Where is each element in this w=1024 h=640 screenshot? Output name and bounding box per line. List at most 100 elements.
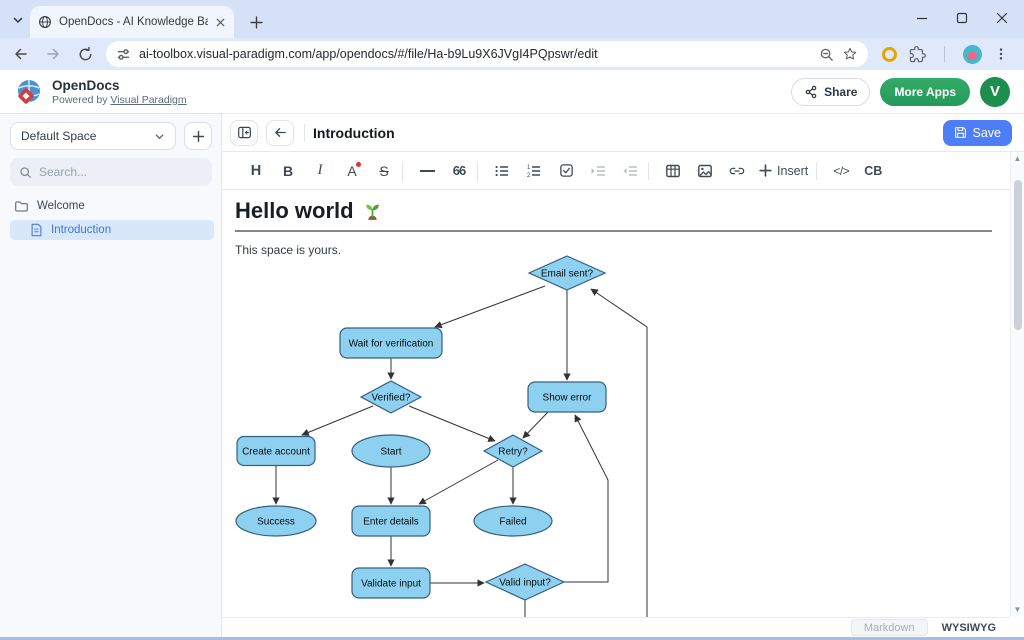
task-list-button[interactable] xyxy=(553,158,579,184)
flowchart-node-label: Show error xyxy=(543,393,593,404)
toolbar-divider xyxy=(648,162,649,180)
search-input[interactable] xyxy=(39,165,179,179)
inline-code-button[interactable]: </> xyxy=(828,158,854,184)
insert-button[interactable]: Insert xyxy=(759,164,808,178)
indent-icon xyxy=(590,163,606,179)
toolbar-divider xyxy=(477,162,478,180)
toolbar-divider xyxy=(816,162,817,180)
tab-search-button[interactable] xyxy=(6,9,30,31)
flowchart-node-label: Retry? xyxy=(498,447,528,458)
site-settings-icon[interactable] xyxy=(116,47,131,62)
italic-button[interactable]: I xyxy=(307,158,333,184)
space-selector-dropdown[interactable]: Default Space xyxy=(10,122,176,150)
window-minimize-button[interactable] xyxy=(916,12,928,24)
page-title: Introduction xyxy=(313,125,395,141)
flowchart-edge-offscreen-to-email_sent xyxy=(591,289,647,617)
font-color-button[interactable]: A xyxy=(339,158,365,184)
browser-tab[interactable]: OpenDocs - AI Knowledge Base xyxy=(30,6,234,38)
flowchart-node-label: Failed xyxy=(499,517,526,528)
scrollbar-up-icon[interactable]: ▲ xyxy=(1014,152,1022,166)
document-editor[interactable]: Hello world This space is yours. Email s… xyxy=(222,190,1010,617)
flowchart-node-label: Email sent? xyxy=(541,269,594,280)
plus-icon xyxy=(759,164,772,177)
address-bar[interactable]: ai-toolbox.visual-paradigm.com/app/opend… xyxy=(106,41,868,67)
table-button[interactable] xyxy=(660,158,686,184)
blockquote-button[interactable]: 66 xyxy=(446,158,472,184)
doc-back-button[interactable] xyxy=(266,120,294,146)
app-header: OpenDocs Powered by Visual Paradigm Shar… xyxy=(0,70,1024,114)
folder-icon xyxy=(14,199,29,214)
toolbar-divider xyxy=(402,162,403,180)
save-label: Save xyxy=(973,126,1002,140)
app-name: OpenDocs xyxy=(52,78,187,93)
app-title-block: OpenDocs Powered by Visual Paradigm xyxy=(52,78,187,106)
toolbar-divider xyxy=(944,46,945,62)
flowchart-node-label: Valid input? xyxy=(499,578,551,589)
bold-button[interactable]: B xyxy=(275,158,301,184)
new-tab-button[interactable] xyxy=(244,10,268,34)
outdent-button[interactable] xyxy=(617,158,643,184)
chevron-down-icon xyxy=(12,14,24,26)
url-text[interactable]: ai-toolbox.visual-paradigm.com/app/opend… xyxy=(139,47,811,61)
profile-avatar[interactable] xyxy=(963,45,982,64)
reload-button[interactable] xyxy=(72,41,98,67)
window-close-button[interactable] xyxy=(996,12,1008,24)
tab-close-icon[interactable] xyxy=(215,17,226,28)
add-space-button[interactable] xyxy=(184,122,212,150)
markdown-mode-button[interactable]: Markdown xyxy=(851,619,928,636)
numbered-list-button[interactable]: 1 2 xyxy=(521,158,547,184)
back-arrow-icon xyxy=(273,125,288,140)
user-avatar[interactable]: V xyxy=(980,77,1010,107)
chevron-down-icon xyxy=(154,131,165,142)
collapse-sidebar-button[interactable] xyxy=(230,120,258,146)
horizontal-rule-button[interactable] xyxy=(414,158,440,184)
browser-tab-strip: OpenDocs - AI Knowledge Base xyxy=(0,0,1024,38)
sidebar-item-label: Welcome xyxy=(37,200,85,212)
flowchart-node-label: Wait for verification xyxy=(349,339,434,350)
extensions-puzzle-icon[interactable] xyxy=(909,46,926,63)
plus-icon xyxy=(192,130,205,143)
document-heading[interactable]: Hello world xyxy=(235,198,383,224)
bullet-list-button[interactable] xyxy=(489,158,515,184)
search-icon xyxy=(19,166,32,179)
svg-text:1: 1 xyxy=(527,165,531,171)
forward-arrow-icon xyxy=(45,46,61,62)
document-heading-text: Hello world xyxy=(235,198,354,224)
sidebar-item-welcome[interactable]: Welcome xyxy=(14,196,210,216)
back-button[interactable] xyxy=(8,41,34,67)
panel-collapse-icon xyxy=(237,125,252,140)
document-header: Introduction Save xyxy=(222,114,1024,152)
heading-button[interactable]: H xyxy=(243,158,269,184)
more-apps-button[interactable]: More Apps xyxy=(880,78,970,106)
flowchart-node-label: Enter details xyxy=(363,517,419,528)
zoom-out-icon[interactable] xyxy=(819,47,834,62)
sidebar-item-introduction[interactable]: Introduction xyxy=(10,220,214,240)
visual-paradigm-link[interactable]: Visual Paradigm xyxy=(110,94,186,106)
scrollbar-thumb[interactable] xyxy=(1014,180,1022,330)
indent-button[interactable] xyxy=(585,158,611,184)
link-button[interactable] xyxy=(724,158,750,184)
share-button[interactable]: Share xyxy=(791,78,870,106)
bookmark-star-icon[interactable] xyxy=(842,46,858,62)
strikethrough-button[interactable]: S xyxy=(371,158,397,184)
image-button[interactable] xyxy=(692,158,718,184)
forward-button[interactable] xyxy=(40,41,66,67)
extension-badge-icon[interactable] xyxy=(882,47,897,62)
header-divider xyxy=(304,124,305,142)
flowchart-node-label: Verified? xyxy=(372,393,411,404)
flowchart-node-label: Start xyxy=(380,447,401,458)
scrollbar-down-icon[interactable]: ▼ xyxy=(1014,603,1022,617)
flowchart-edge-valid_input-to-show_error xyxy=(564,415,608,582)
save-button[interactable]: Save xyxy=(943,120,1013,146)
browser-menu-icon[interactable] xyxy=(994,47,1008,61)
editor-scrollbar[interactable]: ▲ ▼ xyxy=(1010,152,1024,617)
more-apps-label: More Apps xyxy=(894,85,956,99)
flowchart-diagram[interactable]: Email sent? Wait for verification Verified… xyxy=(230,255,670,617)
sidebar-item-label: Introduction xyxy=(51,224,111,236)
browser-window: OpenDocs - AI Knowledge Base xyxy=(0,0,1024,640)
wysiwyg-mode-button[interactable]: WYSIWYG xyxy=(932,619,1006,636)
code-block-button[interactable]: CB xyxy=(860,158,886,184)
search-box[interactable] xyxy=(10,158,212,186)
link-icon xyxy=(729,163,745,179)
window-maximize-button[interactable] xyxy=(956,12,968,24)
